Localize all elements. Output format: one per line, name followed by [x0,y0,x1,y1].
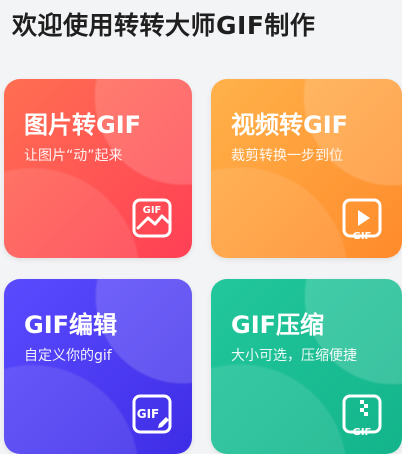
card-subtitle: 裁剪转换一步到位 [231,148,343,164]
card-video-to-gif[interactable]: 视频转GIF 裁剪转换一步到位 GIF [211,79,402,258]
card-subtitle: 让图片“动”起来 [24,148,123,164]
card-title: GIF压缩 [231,311,325,339]
card-title: 视频转GIF [231,111,349,139]
gif-compress-icon: GIF [338,390,386,438]
card-gif-edit[interactable]: GIF编辑 自定义你的gif GIF [4,279,192,454]
video-to-gif-icon: GIF [338,194,386,242]
card-gif-compress[interactable]: GIF压缩 大小可选，压缩便捷 GIF [211,279,402,454]
gif-label: GIF [143,205,162,216]
gif-edit-icon: GIF [128,390,176,438]
card-title: GIF编辑 [24,311,118,339]
image-to-gif-icon: GIF [128,194,176,242]
card-subtitle: 自定义你的gif [24,348,112,364]
gif-label: GIF [353,231,372,242]
gif-label: GIF [137,407,160,421]
gif-label: GIF [353,427,372,438]
card-title: 图片转GIF [24,111,142,139]
card-image-to-gif[interactable]: 图片转GIF 让图片“动”起来 GIF [4,79,192,258]
page-title: 欢迎使用转转大师GIF制作 [12,11,316,40]
card-subtitle: 大小可选，压缩便捷 [231,348,357,364]
